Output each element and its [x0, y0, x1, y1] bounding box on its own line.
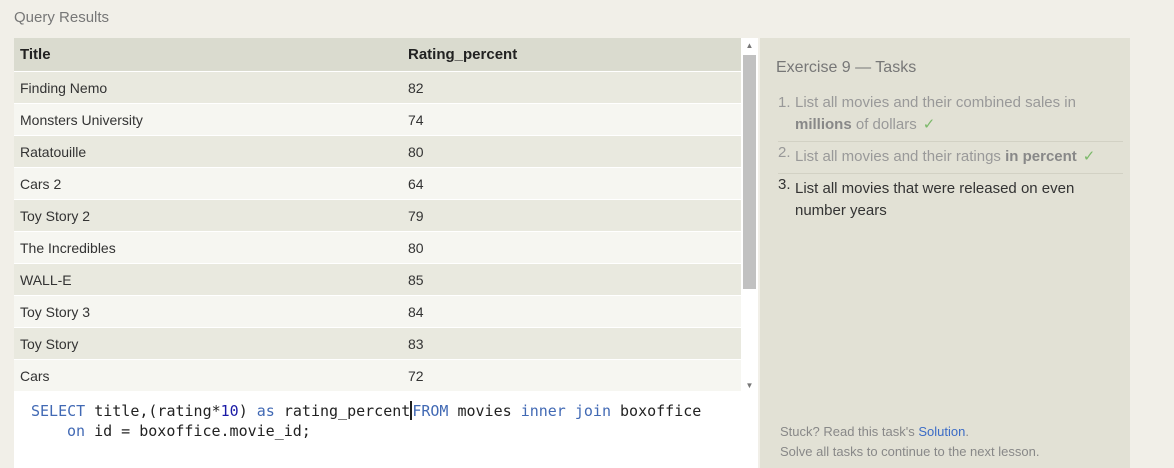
- stuck-period: .: [965, 424, 969, 439]
- table-header-row: Title Rating_percent: [14, 38, 741, 72]
- task-number: 2.: [778, 144, 791, 161]
- query-results-panel: Title Rating_percent Finding Nemo 82 Mon…: [14, 38, 758, 468]
- code-line-1: SELECT title,(rating*10) as rating_perce…: [31, 401, 701, 421]
- code-table-boxoffice: boxoffice: [620, 402, 702, 420]
- checkmark-icon: ✓: [922, 116, 936, 133]
- cell-title: Toy Story 2: [14, 199, 402, 232]
- table-row: Cars 72: [14, 359, 741, 391]
- task-text: List all movies that were released on ev…: [795, 180, 1075, 219]
- cell-rating-percent: 79: [402, 199, 741, 232]
- cell-rating-percent: 83: [402, 327, 741, 360]
- cell-title: Finding Nemo: [14, 71, 402, 104]
- results-table: Title Rating_percent Finding Nemo 82 Mon…: [14, 38, 741, 391]
- cell-rating-percent: 80: [402, 135, 741, 168]
- cell-title: Cars 2: [14, 167, 402, 200]
- code-condition: id = boxoffice.movie_id;: [94, 422, 311, 440]
- column-header-title: Title: [14, 38, 402, 72]
- table-row: Toy Story 83: [14, 327, 741, 360]
- task-text-end: of dollars: [851, 116, 917, 133]
- cell-title: Toy Story 3: [14, 295, 402, 328]
- cell-title: Monsters University: [14, 103, 402, 136]
- task-item-2: 2. List all movies and their ratings in …: [778, 142, 1123, 174]
- solution-link[interactable]: Solution: [918, 424, 965, 439]
- cell-rating-percent: 82: [402, 71, 741, 104]
- table-row: Monsters University 74: [14, 103, 741, 136]
- column-header-rating-percent: Rating_percent: [402, 38, 741, 72]
- cell-title: Ratatouille: [14, 135, 402, 168]
- checkmark-icon: ✓: [1082, 148, 1096, 165]
- cell-rating-percent: 64: [402, 167, 741, 200]
- page-gutter: [1158, 0, 1174, 468]
- stuck-line: Stuck? Read this task's Solution.: [780, 422, 1039, 442]
- code-alias: rating_percent: [283, 402, 411, 420]
- next-lesson-text: Solve all tasks to continue to the next …: [780, 444, 1040, 459]
- table-row: Ratatouille 80: [14, 135, 741, 168]
- task-emphasis: in percent: [1005, 148, 1077, 165]
- code-table-movies: movies: [457, 402, 512, 420]
- stuck-text: Stuck? Read this task's: [780, 424, 919, 439]
- code-punctuation: ): [238, 402, 248, 420]
- table-row: Toy Story 2 79: [14, 199, 741, 232]
- keyword-from: FROM: [412, 402, 449, 420]
- cell-rating-percent: 74: [402, 103, 741, 136]
- task-emphasis: millions: [795, 116, 852, 133]
- task-text: List all movies and their ratings: [795, 148, 1006, 165]
- results-title: Query Results: [14, 9, 110, 26]
- keyword-inner: inner: [520, 402, 566, 420]
- table-row: Finding Nemo 82: [14, 71, 741, 104]
- code-number: 10: [220, 402, 239, 420]
- task-number: 1.: [778, 94, 791, 111]
- scrollbar-thumb[interactable]: [743, 55, 756, 289]
- cell-rating-percent: 72: [402, 359, 741, 391]
- task-item-3: 3. List all movies that were released on…: [778, 174, 1123, 222]
- cell-title: The Incredibles: [14, 231, 402, 264]
- keyword-select: SELECT: [31, 402, 86, 420]
- code-identifier: title,(rating*: [94, 402, 221, 420]
- sql-editor[interactable]: SELECT title,(rating*10) as rating_perce…: [14, 393, 758, 468]
- task-list: 1. List all movies and their combined sa…: [778, 92, 1123, 222]
- results-scrollbar[interactable]: ▲ ▼: [741, 38, 758, 393]
- cell-rating-percent: 85: [402, 263, 741, 296]
- keyword-join: join: [574, 402, 611, 420]
- keyword-on: on: [67, 422, 86, 440]
- table-row: The Incredibles 80: [14, 231, 741, 264]
- tasks-footer: Stuck? Read this task's Solution. Solve …: [780, 422, 1039, 462]
- code-line-2: on id = boxoffice.movie_id;: [67, 421, 311, 441]
- scroll-up-arrow-icon[interactable]: ▲: [741, 38, 758, 53]
- keyword-as: as: [256, 402, 275, 420]
- table-row: Toy Story 3 84: [14, 295, 741, 328]
- cell-rating-percent: 84: [402, 295, 741, 328]
- cell-title: Toy Story: [14, 327, 402, 360]
- results-table-body: Finding Nemo 82 Monsters University 74 R…: [14, 71, 741, 391]
- results-table-container[interactable]: Title Rating_percent Finding Nemo 82 Mon…: [14, 38, 741, 393]
- task-number: 3.: [778, 176, 791, 193]
- tasks-title: Exercise 9 — Tasks: [776, 59, 917, 76]
- task-text: List all movies and their combined sales…: [795, 94, 1076, 111]
- tasks-panel: Exercise 9 — Tasks 1. List all movies an…: [760, 38, 1130, 468]
- cell-title: WALL-E: [14, 263, 402, 296]
- table-row: Cars 2 64: [14, 167, 741, 200]
- cell-rating-percent: 80: [402, 231, 741, 264]
- scroll-down-arrow-icon[interactable]: ▼: [741, 378, 758, 393]
- task-item-1: 1. List all movies and their combined sa…: [778, 92, 1123, 142]
- table-row: WALL-E 85: [14, 263, 741, 296]
- cell-title: Cars: [14, 359, 402, 391]
